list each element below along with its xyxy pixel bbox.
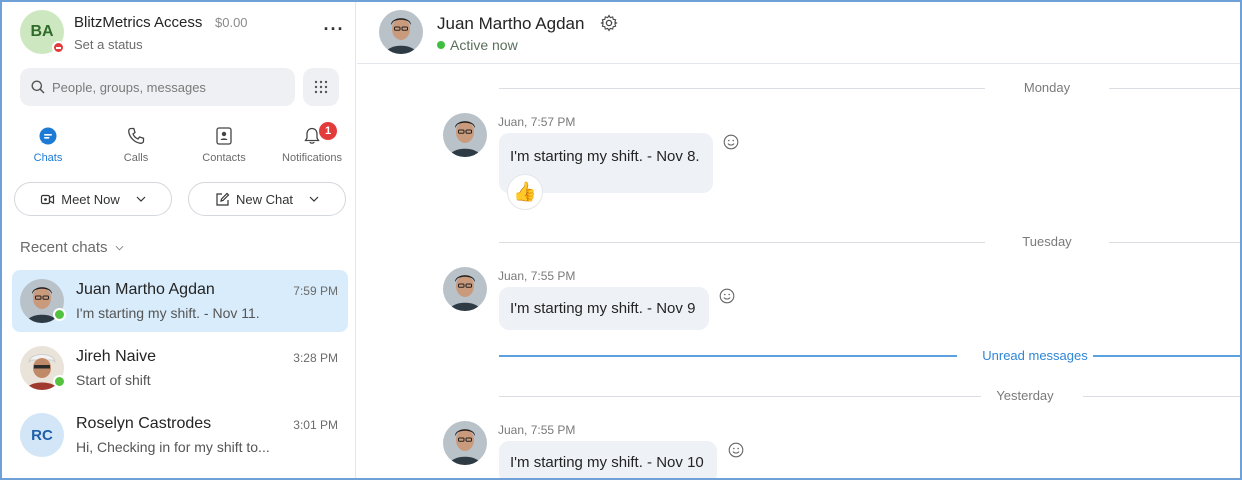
contacts-icon bbox=[216, 127, 232, 145]
video-camera-icon bbox=[41, 194, 55, 204]
compose-icon bbox=[216, 192, 230, 206]
avatar[interactable] bbox=[443, 113, 487, 157]
message-meta: Juan, 7:55 PM bbox=[498, 269, 576, 283]
presence-text: Active now bbox=[450, 37, 518, 53]
date-divider-yesterday: Yesterday bbox=[499, 388, 1240, 404]
search-input[interactable] bbox=[52, 68, 288, 106]
app-window: BA BlitzMetrics Access $0.00 Set a statu… bbox=[0, 0, 1242, 480]
dialpad-button[interactable] bbox=[303, 68, 339, 106]
chat-preview: Start of shift bbox=[76, 372, 151, 388]
date-divider-label: Monday bbox=[1023, 80, 1071, 95]
date-divider-label: Yesterday bbox=[996, 388, 1054, 403]
chat-preview: I'm starting my shift. - Nov 11. bbox=[76, 305, 260, 321]
thumbs-up-icon: 👍 bbox=[513, 182, 537, 203]
more-options-icon[interactable]: ··· bbox=[322, 20, 346, 42]
chat-time: 3:28 PM bbox=[293, 351, 338, 365]
chat-time: 7:59 PM bbox=[293, 284, 338, 298]
phone-icon bbox=[128, 127, 145, 144]
chat-name: Jireh Naive bbox=[76, 348, 157, 365]
unread-divider-label: Unread messages bbox=[982, 348, 1088, 363]
meet-now-label: Meet Now bbox=[61, 191, 120, 207]
online-status-icon bbox=[53, 308, 66, 321]
date-divider-label: Tuesday bbox=[1022, 234, 1072, 249]
avatar[interactable] bbox=[443, 267, 487, 311]
new-chat-button[interactable]: New Chat bbox=[188, 182, 346, 216]
tab-contacts[interactable]: Contacts bbox=[180, 122, 268, 170]
tab-notifications[interactable]: 1 Notifications bbox=[268, 122, 356, 170]
smiley-icon[interactable] bbox=[728, 442, 744, 458]
contact-name[interactable]: Juan Martho Agdan bbox=[437, 14, 584, 34]
avatar[interactable] bbox=[379, 10, 423, 54]
chat-item-juan-martho-agdan[interactable]: Juan Martho Agdan 7:59 PM I'm starting m… bbox=[12, 270, 348, 332]
chevron-down-icon bbox=[115, 245, 124, 251]
profile-header[interactable]: BA BlitzMetrics Access $0.00 Set a statu… bbox=[20, 10, 343, 58]
search-icon bbox=[31, 80, 45, 94]
message-text: I'm starting my shift. - Nov 8. bbox=[510, 148, 700, 165]
avatar[interactable] bbox=[443, 421, 487, 465]
date-divider-monday: Monday bbox=[499, 80, 1240, 96]
chat-item-roselyn-castrodes[interactable]: RC Roselyn Castrodes 3:01 PM Hi, Checkin… bbox=[12, 404, 348, 466]
sidebar: BA BlitzMetrics Access $0.00 Set a statu… bbox=[2, 2, 356, 478]
meet-now-button[interactable]: Meet Now bbox=[14, 182, 172, 216]
message-bubble[interactable]: I'm starting my shift. - Nov 10 bbox=[499, 441, 717, 478]
notification-badge: 1 bbox=[319, 122, 337, 140]
chat-name: Roselyn Castrodes bbox=[76, 415, 212, 432]
tab-chats[interactable]: Chats bbox=[4, 122, 92, 170]
recent-chats-label: Recent chats bbox=[20, 239, 108, 256]
conversation-pane: Juan Martho Agdan Active now Monday Juan… bbox=[357, 2, 1240, 478]
profile-name: BlitzMetrics Access bbox=[74, 14, 203, 31]
tab-label-notifications: Notifications bbox=[282, 152, 342, 164]
chat-icon bbox=[39, 127, 57, 145]
reaction-chip[interactable]: 👍 bbox=[507, 174, 543, 210]
date-divider-tuesday: Tuesday bbox=[499, 234, 1240, 250]
chat-time: 3:01 PM bbox=[293, 418, 338, 432]
search-box[interactable] bbox=[20, 68, 295, 106]
recent-chats-header[interactable]: Recent chats bbox=[20, 239, 124, 256]
nav-tabs: Chats Calls Contacts 1 Notifications bbox=[2, 122, 356, 170]
gear-icon[interactable] bbox=[600, 14, 618, 32]
avatar: RC bbox=[20, 413, 64, 457]
online-status-icon bbox=[53, 375, 66, 388]
message-meta: Juan, 7:57 PM bbox=[498, 115, 576, 129]
conversation-header: Juan Martho Agdan Active now bbox=[357, 2, 1240, 64]
unread-messages-divider: Unread messages bbox=[499, 348, 1240, 364]
tab-label-chats: Chats bbox=[33, 152, 63, 164]
avatar-initials: RC bbox=[31, 426, 53, 444]
do-not-disturb-icon bbox=[52, 41, 65, 54]
message-meta: Juan, 7:55 PM bbox=[498, 423, 576, 437]
message-bubble[interactable]: I'm starting my shift. - Nov 9 bbox=[499, 287, 709, 330]
credit-balance[interactable]: $0.00 bbox=[215, 15, 248, 30]
profile-initials: BA bbox=[30, 23, 54, 40]
message-text: I'm starting my shift. - Nov 9 bbox=[510, 300, 696, 317]
tab-calls[interactable]: Calls bbox=[92, 122, 180, 170]
presence-status: Active now bbox=[437, 37, 518, 53]
tab-label-contacts: Contacts bbox=[202, 152, 246, 164]
chat-name: Juan Martho Agdan bbox=[76, 281, 215, 298]
chevron-down-icon bbox=[136, 196, 146, 202]
chat-preview: Hi, Checking in for my shift to... bbox=[76, 439, 270, 455]
online-status-icon bbox=[437, 41, 445, 49]
set-status-link[interactable]: Set a status bbox=[74, 37, 143, 52]
smiley-icon[interactable] bbox=[723, 134, 739, 150]
tab-label-calls: Calls bbox=[123, 152, 149, 164]
dialpad-icon bbox=[314, 80, 328, 94]
message-text: I'm starting my shift. - Nov 10 bbox=[510, 454, 704, 471]
new-chat-label: New Chat bbox=[235, 191, 294, 207]
chevron-down-icon bbox=[309, 196, 319, 202]
smiley-icon[interactable] bbox=[719, 288, 735, 304]
chat-item-jireh-naive[interactable]: Jireh Naive 3:28 PM Start of shift bbox=[12, 337, 348, 399]
